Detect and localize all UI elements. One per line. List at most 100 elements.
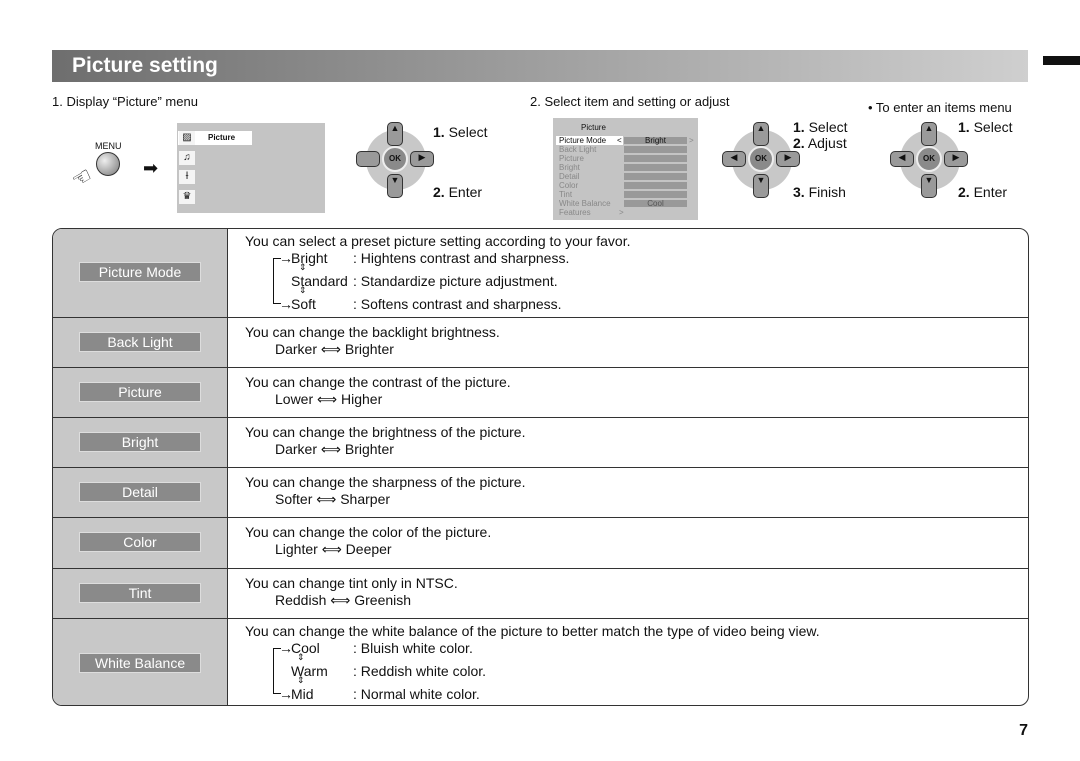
osd-item: Color [559, 181, 579, 190]
osd-wb-value: Cool [624, 200, 687, 208]
arrow-right-icon: ➡ [143, 158, 159, 178]
step-num: 2. [958, 184, 970, 200]
ok-key: OK [916, 146, 942, 172]
music-icon: ♫ [179, 151, 195, 165]
item-description: You can change the brightness of the pic… [245, 424, 526, 457]
item-description: You can change the color of the picture.… [245, 524, 492, 557]
menu-button [96, 152, 120, 176]
updown-arrow-icon: ⇕ [299, 285, 307, 295]
table-row: Tint You can change tint only in NTSC. Re… [53, 568, 1028, 618]
osd-item: Features [559, 208, 591, 217]
osd-mode-value: Bright [624, 137, 687, 145]
updown-arrow-icon: ⇕ [297, 675, 305, 685]
remote-dpad-1: ▲ ▼ ▶ OK [352, 118, 440, 198]
down-key: ▼ [921, 174, 937, 198]
osd-item: Picture [559, 154, 584, 163]
osd-item: White Balance [559, 199, 611, 208]
item-description: You can select a preset picture setting … [245, 233, 631, 249]
option-desc: : Bluish white color. [353, 640, 473, 656]
step-2-label: 2. Select item and setting or adjust [530, 94, 730, 109]
select-label: Select [973, 119, 1013, 135]
page-number: 7 [1019, 722, 1028, 739]
osd-features-arrow: > [619, 208, 624, 217]
item-description: You can change tint only in NTSC. Reddish… [245, 575, 458, 608]
option-name: Cool [291, 640, 320, 656]
select-label: Select [448, 124, 488, 140]
item-label: Tint [79, 583, 201, 603]
enter-label: Enter [973, 184, 1008, 200]
adjust-label: Adjust [807, 135, 847, 151]
option-desc: : Hightens contrast and sharpness. [353, 250, 570, 266]
left-key: ◀ [890, 151, 914, 167]
left-key [356, 151, 380, 167]
item-description: You can change the sharpness of the pict… [245, 474, 526, 507]
finish-label: Finish [808, 184, 846, 200]
menu-button-label: MENU [95, 141, 122, 151]
step-3-label: • To enter an items menu [868, 100, 1012, 115]
right-key: ▶ [944, 151, 968, 167]
main-menu-osd: Picture ▨ ♫ Ɨ ♛ [177, 123, 325, 213]
table-row: White Balance You can change the white b… [53, 618, 1028, 705]
option-name: Mid [291, 686, 314, 702]
item-description: You can change the backlight brightness.… [245, 324, 500, 357]
osd-item: Picture Mode [556, 136, 623, 145]
osd-right-arrow: > [689, 136, 694, 145]
item-label: Color [79, 532, 201, 552]
settings-table: Picture Mode You can select a preset pic… [52, 228, 1029, 706]
up-key: ▲ [753, 122, 769, 146]
option-desc: : Reddish white color. [353, 663, 487, 679]
step-num: 1. [793, 119, 805, 135]
table-row: Detail You can change the sharpness of t… [53, 467, 1028, 517]
hand-pointer-icon: ☜ [66, 161, 97, 194]
table-row: Picture Mode You can select a preset pic… [53, 229, 1028, 317]
tool-icon: Ɨ [179, 170, 195, 184]
step-num: 1. [433, 124, 445, 140]
double-arrow-icon: ⟺ [321, 541, 342, 557]
item-description: You can change the contrast of the pictu… [245, 374, 511, 407]
double-arrow-icon: ⟺ [320, 341, 341, 357]
osd-item: Bright [559, 163, 580, 172]
picture-menu-osd: Picture Picture Mode < Bright > Back Lig… [553, 118, 698, 220]
option-name: Soft [291, 296, 316, 312]
right-key: ▶ [410, 151, 434, 167]
enter-label: Enter [448, 184, 483, 200]
step-num: 1. [958, 119, 970, 135]
chapter-tab [1043, 56, 1080, 65]
up-key: ▲ [921, 122, 937, 146]
step-num: 3. [793, 184, 805, 200]
double-arrow-icon: ⟺ [320, 441, 341, 457]
double-arrow-icon: ⟺ [330, 592, 351, 608]
select-label: Select [808, 119, 848, 135]
step-1-label: 1. Display “Picture” menu [52, 94, 198, 109]
osd-left-arrow: < [617, 136, 622, 145]
updown-arrow-icon: ⇕ [297, 652, 305, 662]
step-num: 2. [793, 135, 805, 151]
step-num: 2. [433, 184, 445, 200]
ok-key: OK [382, 146, 408, 172]
double-arrow-icon: ⟺ [317, 391, 338, 407]
osd-title: Picture [581, 123, 606, 132]
osd-item: Detail [559, 172, 580, 181]
item-label: Detail [79, 482, 201, 502]
item-label: Picture [79, 382, 201, 402]
item-label: Picture Mode [79, 262, 201, 282]
section-header: Picture setting [52, 50, 1028, 82]
table-row: Picture You can change the contrast of t… [53, 367, 1028, 417]
up-key: ▲ [387, 122, 403, 146]
double-arrow-icon: ⟺ [316, 491, 337, 507]
table-row: Bright You can change the brightness of … [53, 417, 1028, 467]
item-label: Back Light [79, 332, 201, 352]
option-name: Bright [291, 250, 328, 266]
item-description: You can change the white balance of the … [245, 623, 820, 639]
item-label: Bright [79, 432, 201, 452]
features-icon: ♛ [179, 190, 195, 204]
right-key: ▶ [776, 151, 800, 167]
down-key: ▼ [753, 174, 769, 198]
picture-icon: ▨ [179, 131, 195, 145]
updown-arrow-icon: ⇕ [299, 262, 307, 272]
option-desc: : Standardize picture adjustment. [353, 273, 558, 289]
option-desc: : Softens contrast and sharpness. [353, 296, 562, 312]
table-row: Back Light You can change the backlight … [53, 317, 1028, 367]
page-title: Picture setting [72, 54, 218, 77]
left-key: ◀ [722, 151, 746, 167]
